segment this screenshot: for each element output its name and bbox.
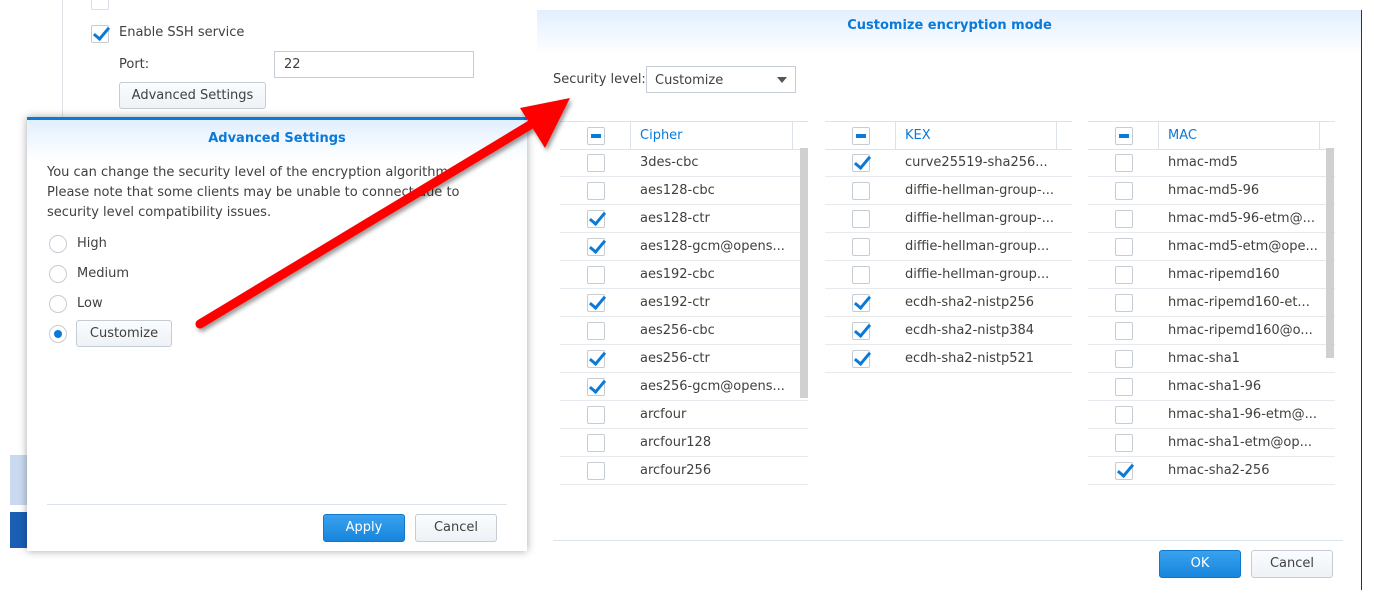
red-arrow-annotation (195, 98, 570, 329)
